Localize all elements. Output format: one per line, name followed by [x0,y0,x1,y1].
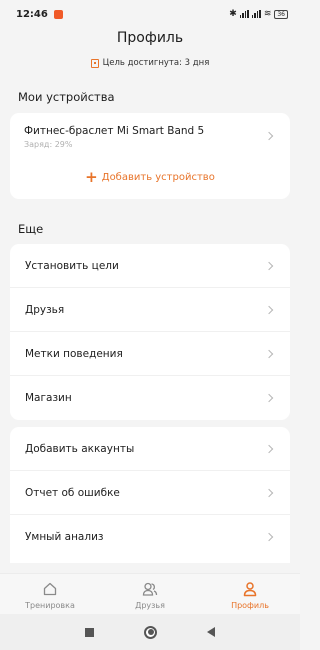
more-list: Установить цели Друзья Метки поведения М… [10,244,290,420]
chevron-right-icon [264,532,274,542]
home-button[interactable] [144,625,157,639]
add-device-button[interactable]: + Добавить устройство [10,168,290,186]
chevron-right-icon [264,131,274,141]
battery-icon: 36 [274,9,288,19]
device-charge: Заряд: 29% [24,140,73,149]
chevron-right-icon [264,444,274,454]
tab-profile[interactable]: Профиль [200,581,300,610]
list-item-friends[interactable]: Друзья [10,288,290,332]
wifi-icon: ≋ [263,9,272,19]
status-time: 12:46 [16,8,48,20]
add-device-label: Добавить устройство [101,171,215,183]
status-icons: ✱ ≋ 36 [229,9,288,19]
list-item-label: Отчет об ошибке [25,486,120,499]
home-icon [43,582,57,596]
list-item-label: Друзья [25,303,65,316]
signal-icon-2 [251,10,261,18]
chevron-right-icon [264,349,274,359]
chevron-right-icon [264,261,274,271]
tab-workout[interactable]: Тренировка [0,581,100,610]
bottom-nav: Тренировка Друзья Профиль [0,573,300,614]
profile-icon [243,582,257,597]
goal-text: Цель достигнута: 3 дня [102,58,210,68]
list-item-bug-report[interactable]: Отчет об ошибке [10,471,290,515]
list-item-smart-analysis[interactable]: Умный анализ [10,515,290,559]
list-item-label: Добавить аккаунты [25,442,135,455]
devices-section-title: Мои устройства [18,90,115,104]
more-list-2: Добавить аккаунты Отчет об ошибке Умный … [10,427,290,563]
tab-label: Профиль [231,601,269,610]
tab-label: Тренировка [25,601,75,610]
bluetooth-icon: ✱ [229,9,237,19]
device-item[interactable]: Фитнес-браслет Mi Smart Band 5 Заряд: 29… [10,113,290,157]
signal-icon [239,10,249,18]
tab-friends[interactable]: Друзья [100,581,200,610]
tab-label: Друзья [135,601,165,610]
list-item-label: Установить цели [25,259,119,272]
recents-button[interactable] [85,627,94,637]
page-title: Профиль [116,30,184,46]
chevron-right-icon [264,393,274,403]
device-card: Фитнес-браслет Mi Smart Band 5 Заряд: 29… [10,113,290,199]
list-item-label: Умный анализ [25,531,104,543]
notification-icon [53,9,63,19]
device-name: Фитнес-браслет Mi Smart Band 5 [24,125,205,137]
list-item-set-goals[interactable]: Установить цели [10,244,290,288]
friends-icon [142,582,158,596]
plus-icon: + [85,168,98,186]
chevron-right-icon [264,488,274,498]
goal-banner: Цель достигнута: 3 дня [0,58,300,68]
more-section-title: Еще [18,222,44,236]
list-item-behavior-tags[interactable]: Метки поведения [10,332,290,376]
list-item-add-accounts[interactable]: Добавить аккаунты [10,427,290,471]
chevron-right-icon [264,305,274,315]
status-bar: 12:46 ✱ ≋ 36 [0,0,300,28]
list-item-store[interactable]: Магазин [10,376,290,420]
system-nav-bar [0,614,300,650]
calendar-icon [90,58,99,68]
list-item-label: Метки поведения [25,347,123,360]
back-button[interactable] [207,627,215,637]
list-item-label: Магазин [25,392,72,404]
